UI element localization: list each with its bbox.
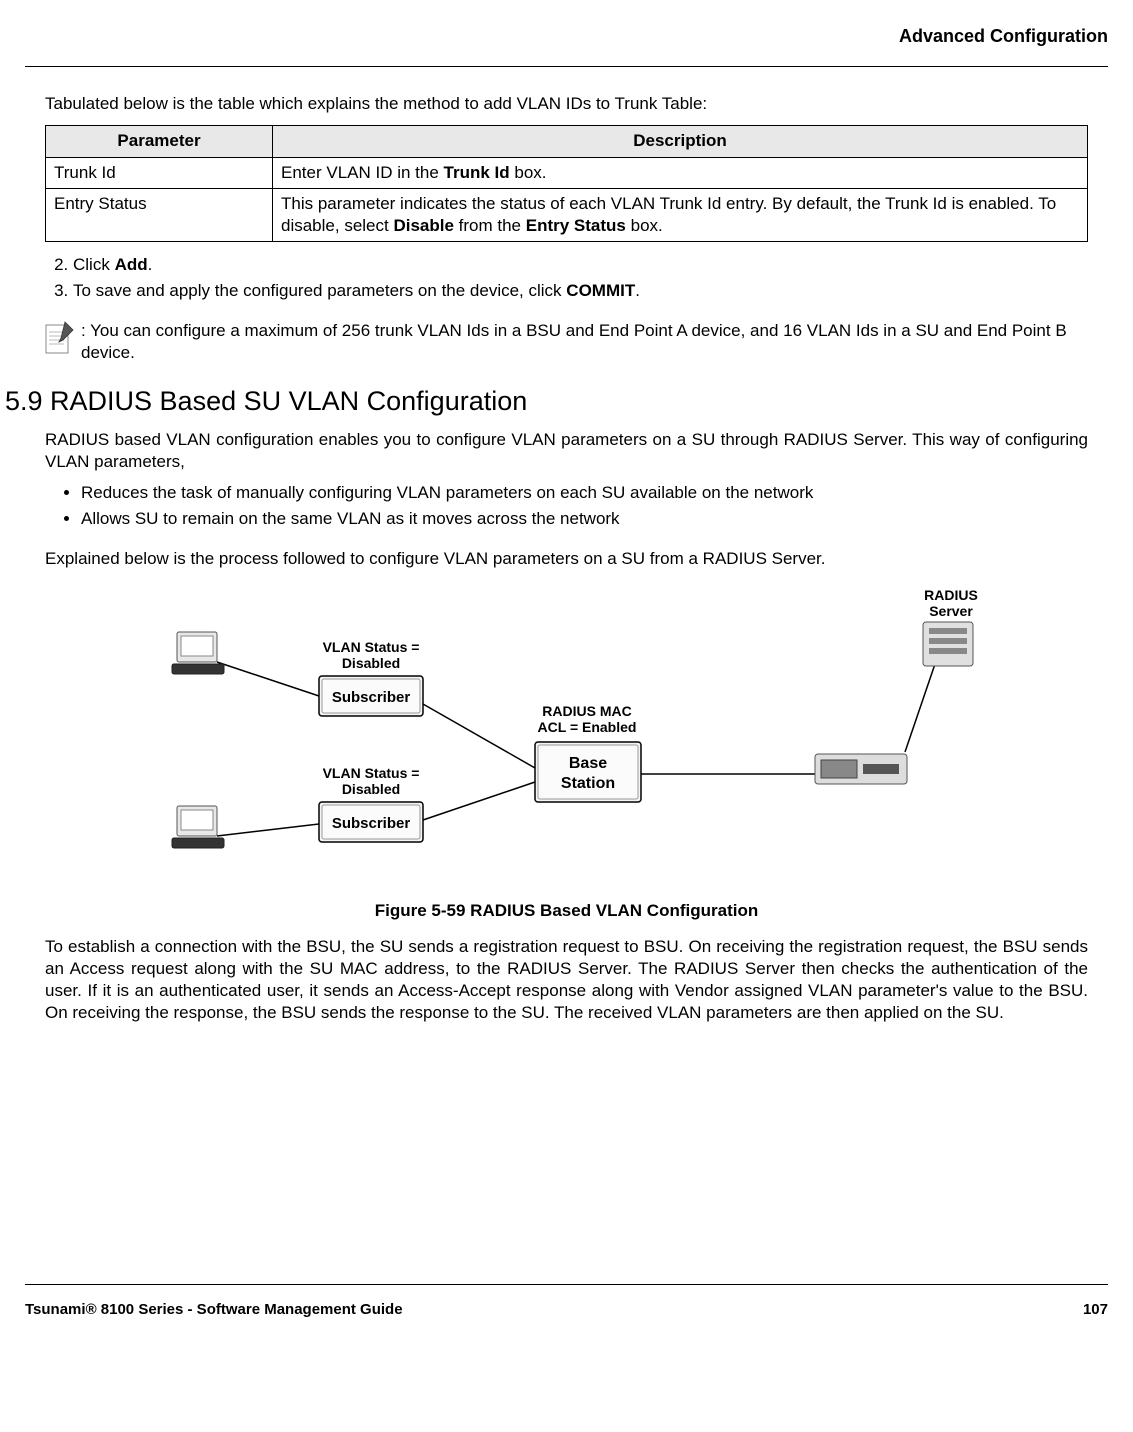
host-icon [172, 806, 224, 848]
figure-caption: Figure 5-59 RADIUS Based VLAN Configurat… [45, 900, 1088, 922]
page-header-title: Advanced Configuration [25, 25, 1108, 48]
cell-desc: Enter VLAN ID in the Trunk Id box. [273, 157, 1088, 188]
svg-text:VLAN Status =: VLAN Status = [322, 765, 419, 781]
cell-param: Trunk Id [46, 157, 273, 188]
footer-left: Tsunami® 8100 Series - Software Manageme… [25, 1300, 403, 1320]
svg-text:ACL = Enabled: ACL = Enabled [537, 719, 636, 735]
svg-text:Base: Base [568, 755, 606, 772]
footer-rule [25, 1284, 1108, 1285]
list-item: Allows SU to remain on the same VLAN as … [81, 508, 1088, 530]
radius-vlan-diagram: VLAN Status = Disabled Subscriber VLAN S… [127, 584, 1007, 894]
steps-list: Click Add. To save and apply the configu… [45, 254, 1088, 302]
note-block: : You can configure a maximum of 256 tru… [45, 320, 1088, 364]
host-icon [172, 632, 224, 674]
svg-text:RADIUS MAC: RADIUS MAC [542, 703, 631, 719]
process-intro: Explained below is the process followed … [45, 548, 1088, 570]
table-row: Trunk Id Enter VLAN ID in the Trunk Id b… [46, 157, 1088, 188]
figure-5-59: VLAN Status = Disabled Subscriber VLAN S… [45, 584, 1088, 922]
cell-param: Entry Status [46, 188, 273, 241]
step-2: Click Add. [73, 254, 1088, 276]
benefits-list: Reduces the task of manually configuring… [45, 482, 1088, 530]
th-description: Description [273, 126, 1088, 157]
section-intro: RADIUS based VLAN configuration enables … [45, 429, 1088, 473]
notepad-icon [45, 320, 77, 356]
svg-text:Subscriber: Subscriber [331, 689, 410, 706]
section-heading: 5.9 RADIUS Based SU VLAN Configuration [5, 384, 1108, 419]
svg-text:Subscriber: Subscriber [331, 815, 410, 832]
svg-text:VLAN Status =: VLAN Status = [322, 639, 419, 655]
table-row: Entry Status This parameter indicates th… [46, 188, 1088, 241]
svg-text:Server: Server [929, 603, 973, 619]
cell-desc: This parameter indicates the status of e… [273, 188, 1088, 241]
svg-text:Disabled: Disabled [341, 781, 399, 797]
list-item: Reduces the task of manually configuring… [81, 482, 1088, 504]
note-text: : You can configure a maximum of 256 tru… [81, 320, 1088, 364]
vlan-trunk-table: Parameter Description Trunk Id Enter VLA… [45, 125, 1088, 241]
svg-text:RADIUS: RADIUS [924, 587, 978, 603]
server-icon [923, 622, 973, 666]
svg-text:Station: Station [560, 775, 614, 792]
step-3: To save and apply the configured paramet… [73, 280, 1088, 302]
network-device-icon [815, 754, 907, 784]
page-number: 107 [1083, 1300, 1108, 1320]
th-parameter: Parameter [46, 126, 273, 157]
closing-paragraph: To establish a connection with the BSU, … [45, 936, 1088, 1024]
intro-text: Tabulated below is the table which expla… [45, 93, 1088, 115]
svg-text:Disabled: Disabled [341, 655, 399, 671]
